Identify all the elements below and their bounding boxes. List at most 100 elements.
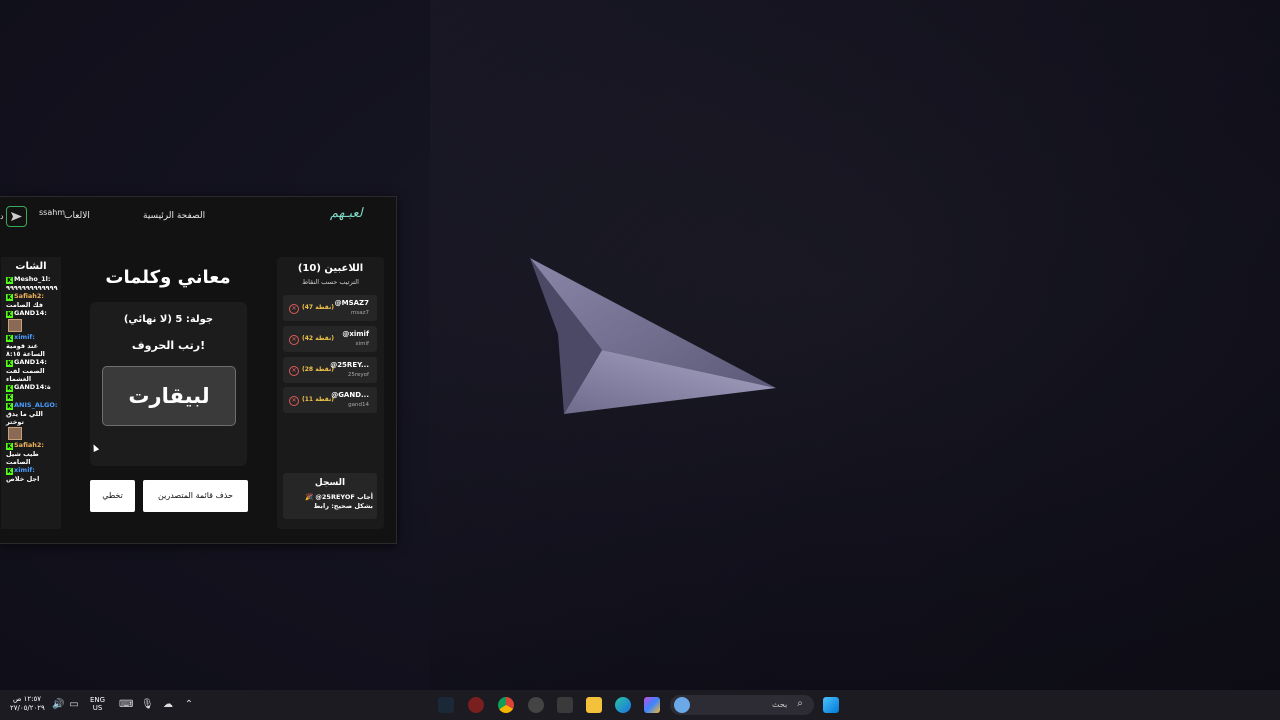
store-icon[interactable]: [557, 697, 573, 713]
chat-message: الساعة ٨:١٥: [6, 350, 61, 358]
settings-gear-icon[interactable]: [528, 697, 544, 713]
player-card[interactable]: ✕ (47 نقطة) @MSAZ7 msaz7: [283, 295, 377, 321]
chat-username[interactable]: Safiah2:: [14, 441, 44, 449]
chat-message: الصمت لفت: [6, 367, 61, 375]
nav-link-home[interactable]: الصفحة الرئيسية: [143, 211, 205, 221]
battery-icon[interactable]: ▭: [68, 699, 80, 711]
chat-text: الصمت لفت: [6, 367, 45, 375]
microphone-icon[interactable]: 🎙: [141, 699, 154, 711]
chat-username[interactable]: ximif:: [14, 333, 35, 341]
keyboard-icon[interactable]: ⌨: [119, 699, 133, 711]
chat-message: Kximif:: [6, 333, 61, 342]
chat-text: الصامت: [6, 458, 31, 466]
chat-text: اللي ما يدق: [6, 410, 43, 418]
player-card[interactable]: ✕ (11 نقطة) @GAND... gand14: [283, 387, 377, 413]
search-highlight-icon: [674, 697, 690, 713]
wallpaper-arrow-graphic: [530, 258, 776, 414]
chat-message: اللي ما يدق: [6, 410, 61, 418]
kick-icon: K: [6, 443, 13, 450]
chat-text: اجل خلاص: [6, 475, 40, 483]
search-placeholder: بحث: [772, 700, 788, 709]
chat-message: K GAND14:: [6, 358, 61, 367]
game-title: معاني وكلمات: [105, 267, 231, 288]
kick-icon: K: [6, 403, 13, 410]
kick-icon: K: [6, 468, 13, 475]
chat-username[interactable]: GAND14:: [14, 309, 47, 317]
chat-text: ٩٩٩٩٩٩٩٩٩٩٩٩٩: [6, 284, 58, 292]
chat-username[interactable]: ximif:: [14, 466, 35, 474]
chat-message: طيب شيل: [6, 450, 61, 458]
game-app-icon[interactable]: [468, 697, 484, 713]
chat-message: توختر: [6, 418, 61, 426]
player-name: @MSAZ7: [334, 299, 369, 307]
kick-icon: K: [6, 360, 13, 367]
chat-image[interactable]: [8, 427, 22, 440]
chat-image[interactable]: [8, 319, 22, 332]
remove-player-icon[interactable]: ✕: [289, 396, 299, 407]
players-panel: اللاعبين (10) الترتيب حسب النقاط ✕ (47 نق…: [277, 257, 384, 529]
edge-icon[interactable]: [615, 697, 631, 713]
player-username: ximif: [355, 340, 369, 347]
chat-message: فك الصامت: [6, 301, 61, 309]
chat-message: الغشماء: [6, 375, 61, 383]
search-icon: ⌕: [797, 698, 803, 709]
chat-message: K: [6, 392, 61, 401]
chat-username[interactable]: Mesho_1l:: [14, 275, 50, 283]
round-label: جولة: 5 (لا نهائي): [123, 314, 214, 325]
players-list[interactable]: ✕ (47 نقطة) @MSAZ7 msaz7 ✕ (42 نقطة) @ximif xim…: [283, 295, 377, 413]
players-title: اللاعبين (10): [297, 263, 364, 274]
player-name: @GAND...: [331, 391, 369, 400]
app-logo[interactable]: لعبـهم: [330, 206, 363, 221]
remove-player-icon[interactable]: ✕: [289, 304, 299, 314]
chat-message: Kximif:: [6, 466, 61, 475]
chat-message: K Safiah2:: [6, 292, 61, 301]
top-navbar: د ssahm الالعاب الصفحة الرئيسية لعبـهم: [0, 197, 396, 237]
game-card: جولة: 5 (لا نهائي) رتب الحروف! لبيقارت: [90, 302, 247, 466]
player-name: @25REY...: [330, 360, 369, 369]
nav-link-games[interactable]: الالعاب: [64, 211, 90, 221]
chat-message: K Mesho_1l:: [6, 275, 61, 284]
log-title: السجل: [314, 478, 346, 488]
clock-time: ١٢:٥٧ ص: [12, 695, 42, 703]
chat-username[interactable]: ANIS_ALGO:: [14, 401, 57, 409]
skip-button[interactable]: تخطي: [90, 480, 135, 512]
kick-icon: K: [6, 385, 13, 392]
kick-icon: K: [6, 311, 13, 318]
chat-text: طيب شيل: [6, 450, 39, 458]
remove-player-icon[interactable]: ✕: [289, 334, 299, 345]
username-label[interactable]: ssahm: [39, 208, 65, 217]
player-points: (11 نقطة): [302, 396, 334, 404]
delete-leaderboard-button[interactable]: حذف قائمة المتصدرين: [143, 480, 248, 512]
taskbar-clock[interactable]: ١٢:٥٧ ص ٢٧/٠٥/٢٠٢٩: [10, 695, 45, 713]
chat-message: K GAND14:ة: [6, 383, 61, 392]
chevron-up-icon[interactable]: ⌃: [183, 699, 195, 711]
log-entry: 🎉 @25REYOF أجاب بشكل صحيح: رابط: [305, 493, 373, 510]
steam-app-icon[interactable]: [438, 697, 454, 713]
windows-start-icon[interactable]: [823, 697, 839, 713]
cloud-icon[interactable]: ☁: [162, 699, 174, 711]
speaker-icon[interactable]: 🔊: [52, 699, 64, 711]
player-username: gand14: [348, 402, 369, 409]
taskbar-search[interactable]: بحث ⌕: [670, 695, 814, 715]
chrome-icon[interactable]: [498, 697, 514, 713]
remove-player-icon[interactable]: ✕: [289, 365, 299, 376]
player-username: 25reyof: [347, 371, 369, 378]
player-card[interactable]: ✕ (28 نقطة) @25REY... 25reyof: [283, 356, 377, 383]
player-name: @ximif: [342, 329, 369, 338]
chat-title: الشات: [15, 261, 47, 272]
chat-username[interactable]: GAND14:: [14, 383, 47, 391]
language-indicator[interactable]: ENG US: [90, 696, 105, 712]
chat-text: الغشماء: [6, 375, 32, 383]
chat-username[interactable]: Safiah2:: [14, 292, 44, 300]
copilot-icon[interactable]: [644, 697, 660, 713]
chat-message: [6, 319, 61, 332]
chat-message: K GAND14:: [6, 309, 61, 318]
send-button[interactable]: [6, 206, 27, 227]
player-card[interactable]: ✕ (42 نقطة) @ximif ximif: [283, 325, 377, 352]
taskbar: ١٢:٥٧ ص ٢٧/٠٥/٢٠٢٩ 🔊 ▭ ENG US ⌨ 🎙 ☁ ⌃ بح…: [0, 690, 1280, 720]
nav-cut-text: د: [0, 212, 4, 221]
chat-username[interactable]: GAND14:: [14, 358, 47, 366]
player-username: msaz7: [351, 310, 369, 316]
file-explorer-icon[interactable]: [586, 697, 602, 713]
chat-messages[interactable]: K Mesho_1l: ٩٩٩٩٩٩٩٩٩٩٩٩٩ K Safiah2: فك الصام…: [6, 275, 61, 483]
